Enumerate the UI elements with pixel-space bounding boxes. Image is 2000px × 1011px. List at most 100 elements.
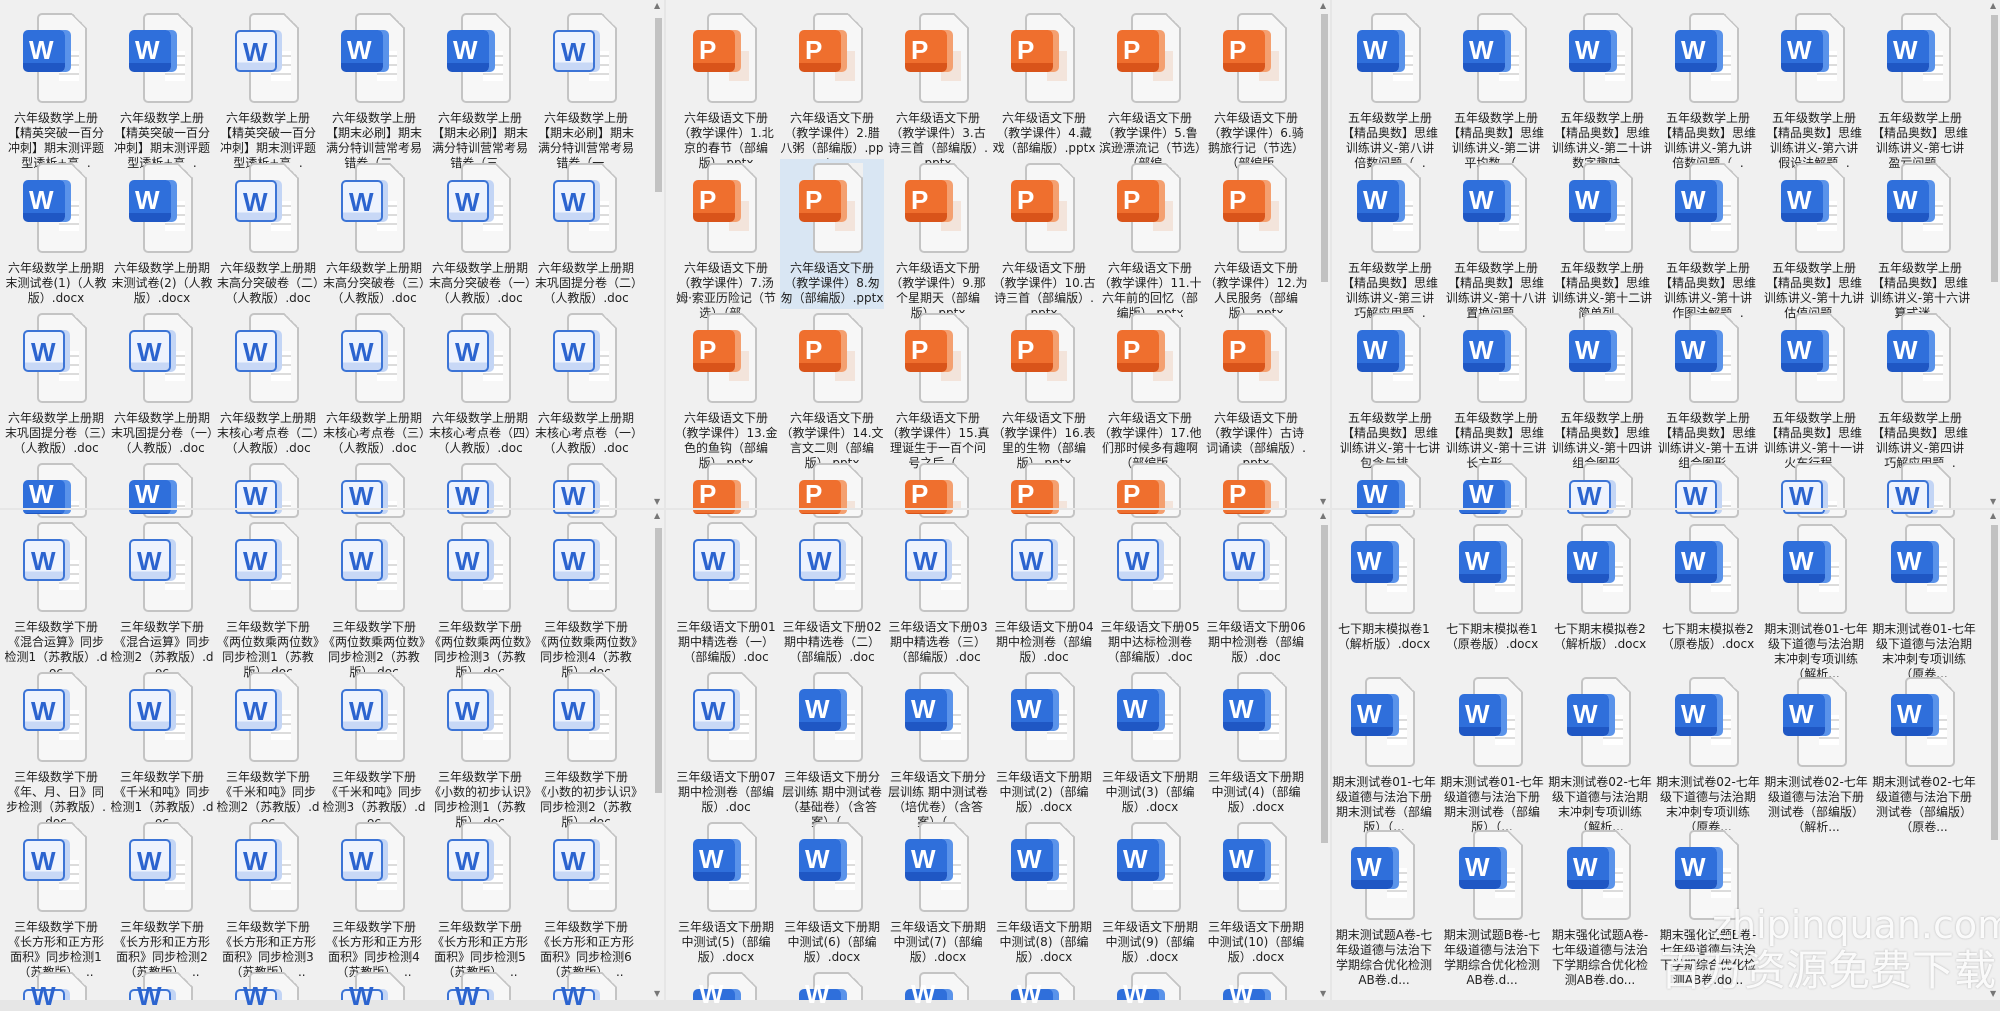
file-item[interactable]: W五年级数学上册【精品奥数】思维训练讲义-第七讲 盈亏问题 ...	[1868, 13, 1972, 171]
file-item-partial[interactable]: P	[992, 463, 1096, 508]
file-item[interactable]: W三年级数学下册《两位数乘两位数》同步检测1（苏教版）.doc	[216, 522, 320, 680]
vertical-scrollbar[interactable]: ▲ ▼	[653, 0, 664, 508]
file-item[interactable]: W三年级数学下册《长方形和正方形面积》同步检测2（苏教版）....	[110, 822, 214, 980]
file-item[interactable]: W五年级数学上册【精品奥数】思维训练讲义-第六讲 假设法解题...	[1762, 13, 1866, 171]
scrollbar-thumb[interactable]	[1991, 525, 1998, 840]
file-item[interactable]: W三年级数学下册《长方形和正方形面积》同步检测5（苏教版）....	[428, 822, 532, 980]
file-item[interactable]: W 三年级语文下册07 期中检测卷（部编版）.doc	[674, 672, 778, 815]
file-item[interactable]: W 期末测试卷02-七年级道德与法治下册测试卷（部编版）（解析...	[1764, 677, 1868, 835]
file-item-selected[interactable]: P 六年级语文下册（教学课件）8.匆匆（部编版）.pptx	[780, 159, 884, 309]
file-item-partial[interactable]: W	[4, 510, 108, 578]
file-item-partial[interactable]: W	[1762, 463, 1866, 510]
file-item-partial[interactable]: W	[1868, 463, 1972, 510]
file-item[interactable]: W三年级数学下册《千米和吨》同步检测2（苏教版）.doc	[216, 672, 320, 830]
file-item-partial[interactable]: W	[1764, 510, 1868, 578]
file-item-partial[interactable]: W	[322, 972, 426, 1009]
file-item[interactable]: W 七下期末模拟卷1（解析版）.docx	[1332, 524, 1436, 652]
file-item[interactable]: W三年级数学下册《千米和吨》同步检测3（苏教版）.doc	[322, 672, 426, 830]
file-item[interactable]: W 六年级数学上册期末高分突破卷（三）（人教版）.doc	[322, 163, 426, 306]
file-item-partial[interactable]: W	[1548, 510, 1652, 578]
file-item[interactable]: W 三年级语文下册02 期中精选卷（二）（部编版）.doc	[780, 522, 884, 665]
file-item[interactable]: W 六年级数学上册期末巩固提分卷（一）（人教版）.doc	[110, 313, 214, 456]
file-item[interactable]: W 期末测试卷01-七年级下道德与法治期末冲刺专项训练（原卷...	[1872, 524, 1976, 682]
file-item[interactable]: W五年级数学上册【精品奥数】思维训练讲义-第十八讲 置换问题...	[1444, 163, 1548, 321]
file-item[interactable]: W三年级数学下册《混合运算》同步检测1（苏教版）.doc	[4, 522, 108, 680]
scroll-up-icon[interactable]: ▲	[654, 1, 660, 11]
file-item[interactable]: P六年级语文下册（教学课件）16.表里的生物（部编版）.pptx	[992, 313, 1096, 471]
file-item[interactable]: P六年级语文下册（教学课件）13.金色的鱼钩（部编版）.pptx	[674, 313, 778, 471]
file-item-partial[interactable]: P	[1098, 510, 1202, 578]
file-item[interactable]: W 三年级语文下册期中测试(8)（部编版）.docx	[992, 822, 1096, 965]
file-item-partial[interactable]: W	[428, 972, 532, 1009]
file-item[interactable]: W六年级数学上册【期末必刷】期末满分特训营常考易错卷（二...	[322, 13, 426, 171]
file-item-partial[interactable]: W	[1098, 972, 1202, 1007]
file-item[interactable]: W 三年级语文下册04 期中检测卷（部编版）.doc	[992, 522, 1096, 665]
file-item[interactable]: P六年级语文下册（教学课件）17.他们那时候多有趣啊（部编版...	[1098, 313, 1202, 471]
file-item[interactable]: P六年级语文下册（教学课件）1.北京的春节（部编版）.pptx	[674, 13, 778, 171]
file-item[interactable]: W 六年级数学上册期末高分突破卷（一）（人教版）.doc	[428, 163, 532, 306]
file-item[interactable]: W三年级语文下册分层训练 期中测试卷（基础卷）（含答案）（...	[780, 672, 884, 830]
file-item-partial[interactable]: W	[110, 510, 214, 578]
file-item[interactable]: W 期末测试卷02-七年级道德与法治下册测试卷（部编版）（原卷...	[1872, 677, 1976, 835]
file-item[interactable]: P六年级语文下册（教学课件）6.骑鹅旅行记（节选）（部编版...	[1204, 13, 1308, 171]
file-item[interactable]: P六年级语文下册（教学课件）15.真理诞生于一百个问号之后（...	[886, 313, 990, 471]
file-item[interactable]: W三年级数学下册《小数的初步认识》同步检测1（苏教版）.doc	[428, 672, 532, 830]
file-item-partial[interactable]: P	[1204, 463, 1308, 508]
file-item-partial[interactable]: W	[886, 972, 990, 1007]
file-item[interactable]: W 期末测试卷01-七年级道德与法治下册期末测试卷（部编版）（...	[1332, 677, 1436, 835]
file-item[interactable]: W 三年级语文下册期中测试(2)（部编版）.docx	[992, 672, 1096, 815]
scrollbar-thumb[interactable]	[1991, 15, 1998, 282]
file-item[interactable]: W五年级数学上册【精品奥数】思维训练讲义-第十讲 作图法解题...	[1656, 163, 1760, 321]
file-item[interactable]: P六年级语文下册（教学课件）古诗词诵读（部编版）.pptx	[1204, 313, 1308, 471]
vertical-scrollbar[interactable]: ▲ ▼	[1989, 0, 2000, 508]
file-item-partial[interactable]: W	[322, 510, 426, 578]
file-item[interactable]: W 三年级语文下册01 期中精选卷（一）（部编版）.doc	[674, 522, 778, 665]
file-item-partial[interactable]: P	[674, 510, 778, 578]
file-item[interactable]: W三年级数学下册《长方形和正方形面积》同步检测4（苏教版）....	[322, 822, 426, 980]
scroll-up-icon[interactable]: ▲	[1990, 1, 1996, 11]
file-item-partial[interactable]: W	[1550, 463, 1654, 510]
file-item[interactable]: P六年级语文下册（教学课件）2.腊八粥（部编版）.pptx	[780, 13, 884, 171]
file-item[interactable]: W五年级数学上册【精品奥数】思维训练讲义-第二十讲 数字趣味...	[1550, 13, 1654, 171]
scrollbar-thumb[interactable]	[1321, 14, 1328, 282]
file-item[interactable]: W五年级数学上册【精品奥数】思维训练讲义-第十五讲 组合图形...	[1656, 313, 1760, 471]
file-item[interactable]: W 三年级语文下册期中测试(4)（部编版）.docx	[1204, 672, 1308, 815]
scroll-up-icon[interactable]: ▲	[1320, 511, 1326, 521]
file-item-partial[interactable]: W	[322, 463, 426, 510]
file-item[interactable]: W 期末测试卷01-七年级下道德与法治期末冲刺专项训练（解析...	[1764, 524, 1868, 682]
file-item[interactable]: W三年级语文下册分层训练 期中测试卷（培优卷）（含答案）（...	[886, 672, 990, 830]
file-item[interactable]: W五年级数学上册【精品奥数】思维训练讲义-第十四讲 组合图形...	[1550, 313, 1654, 471]
file-item[interactable]: P六年级语文下册（教学课件）9.那个星期天（部编版）.pptx	[886, 163, 990, 321]
file-item[interactable]: W五年级数学上册【精品奥数】思维训练讲义-第十七讲 包含与排...	[1338, 313, 1442, 471]
file-item[interactable]: W五年级数学上册【精品奥数】思维训练讲义-第九讲 倍数问题（...	[1656, 13, 1760, 171]
file-item[interactable]: W 期末测试卷02-七年级下道德与法治期末冲刺专项训练（原卷...	[1656, 677, 1760, 835]
file-item[interactable]: W五年级数学上册【精品奥数】思维训练讲义-第十二讲 简单列...	[1550, 163, 1654, 321]
file-item[interactable]: W 三年级语文下册03 期中精选卷（三）（部编版）.doc	[886, 522, 990, 665]
file-item[interactable]: P六年级语文下册（教学课件）11.十六年前的回忆（部编版）.pptx	[1098, 163, 1202, 321]
file-item[interactable]: W 六年级数学上册期末高分突破卷（二）（人教版）.doc	[216, 163, 320, 306]
file-item[interactable]: W 期末测试卷01-七年级道德与法治下册期末测试卷（部编版）（...	[1440, 677, 1544, 835]
file-item-partial[interactable]: W	[674, 972, 778, 1007]
file-item[interactable]: W三年级数学下册《长方形和正方形面积》同步检测3（苏教版）....	[216, 822, 320, 980]
file-item[interactable]: W三年级数学下册《长方形和正方形面积》同步检测1（苏教版）....	[4, 822, 108, 980]
file-item[interactable]: W 六年级数学上册期末核心考点卷（一）（人教版）.doc	[534, 313, 638, 456]
file-item[interactable]: W 七下期末模拟卷2（原卷版）.docx	[1656, 524, 1760, 652]
file-item[interactable]: W三年级数学下册《长方形和正方形面积》同步检测6（苏教版）....	[534, 822, 638, 980]
file-item[interactable]: W 期末测试题B卷-七年级道德与法治下学期综合优化检测AB卷.d...	[1440, 830, 1544, 988]
scroll-up-icon[interactable]: ▲	[1990, 511, 1996, 521]
vertical-scrollbar[interactable]: ▲ ▼	[653, 510, 664, 1000]
file-item-partial[interactable]: P	[886, 510, 990, 578]
file-item[interactable]: W 三年级语文下册06 期中检测卷（部编版）.doc	[1204, 522, 1308, 665]
file-item-partial[interactable]: W	[1332, 510, 1436, 578]
scroll-up-icon[interactable]: ▲	[1320, 1, 1326, 11]
file-item-partial[interactable]: W	[216, 510, 320, 578]
file-item[interactable]: P六年级语文下册（教学课件）5.鲁滨逊漂流记（节选）（部编...	[1098, 13, 1202, 171]
file-item[interactable]: W三年级数学下册《两位数乘两位数》同步检测2（苏教版）.doc	[322, 522, 426, 680]
file-item[interactable]: W 六年级数学上册期末测试卷(1)（人教版）.docx	[4, 163, 108, 306]
scroll-down-icon[interactable]: ▼	[654, 497, 660, 507]
file-item[interactable]: P六年级语文下册（教学课件）14.文言文二则（部编版）.pptx	[780, 313, 884, 471]
file-item-partial[interactable]: W	[1656, 510, 1760, 578]
scroll-down-icon[interactable]: ▼	[1990, 497, 1996, 507]
file-item-partial[interactable]: P	[1098, 463, 1202, 508]
file-item[interactable]: W 七下期末模拟卷2（解析版）.docx	[1548, 524, 1652, 652]
